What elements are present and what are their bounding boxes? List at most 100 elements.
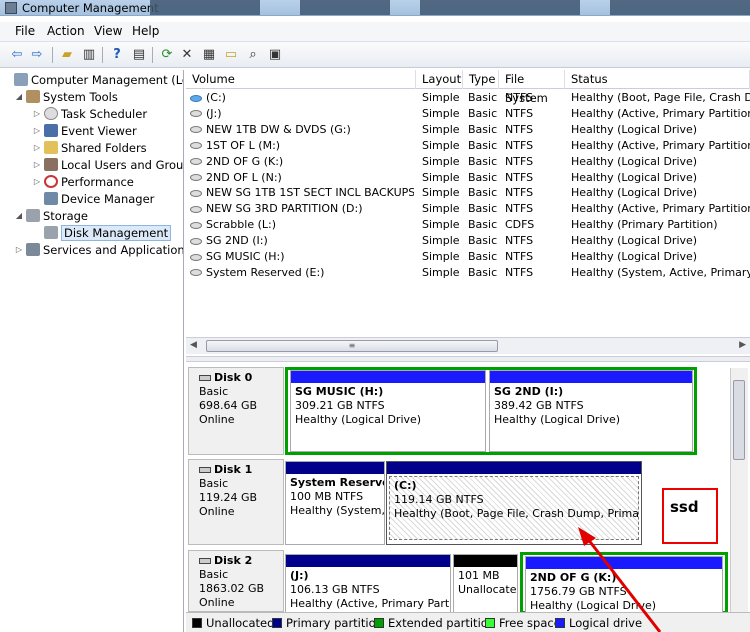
collapse-icon[interactable]: ◢	[14, 208, 24, 224]
volume-row[interactable]: NEW 1TB DW & DVDS (G:) Simple Basic NTFS Hea…	[186, 122, 750, 138]
volume-row[interactable]: System Reserved (E:) Simple Basic NTFS Healt…	[186, 265, 750, 281]
volume-row[interactable]: Scrabble (L:) Simple Basic CDFS Healthy (Pri…	[186, 217, 750, 233]
expand-icon[interactable]: ▷	[14, 242, 24, 258]
menu-help[interactable]: Help	[132, 24, 159, 38]
shared-folder-icon	[44, 141, 58, 154]
volume-row[interactable]: SG MUSIC (H:) Simple Basic NTFS Healthy (Log…	[186, 249, 750, 265]
volume-row[interactable]: NEW SG 3RD PARTITION (D:) Simple Basic NTFS…	[186, 201, 750, 217]
volume-layout-cell: Simple	[422, 106, 460, 120]
show-hide-tree-icon[interactable]: ▥	[80, 46, 98, 64]
taskbar-blur	[420, 0, 580, 15]
tree-item-local-users[interactable]: ▷ Local Users and Groups	[32, 157, 183, 173]
column-header-volume[interactable]: Volume	[186, 70, 416, 89]
volume-type-cell: Basic	[468, 250, 498, 263]
tree-item-computer-management[interactable]: Computer Management (Local	[2, 72, 183, 88]
menu-file[interactable]: File	[15, 24, 35, 38]
tree-item-event-viewer[interactable]: ▷ Event Viewer	[32, 123, 137, 139]
tree-item-performance[interactable]: ▷ Performance	[32, 174, 134, 190]
legend-swatch	[272, 618, 282, 628]
back-icon[interactable]: ⇦	[8, 46, 26, 64]
column-header-file-system[interactable]: File System	[499, 70, 565, 105]
disk-0-info[interactable]: Disk 0 Basic 698.64 GB Online	[188, 367, 284, 455]
volume-name-cell: NEW SG 1TB 1ST SECT INCL BACKUPS (F:)	[188, 185, 414, 201]
volume-layout-cell: Simple	[422, 170, 460, 184]
tree-item-storage[interactable]: ◢ Storage	[14, 208, 88, 224]
disk-2-info[interactable]: Disk 2 Basic 1863.02 GB Online	[188, 550, 284, 612]
volume-status-cell: Healthy (Active, Primary Partition)	[571, 202, 750, 216]
scrollbar-thumb[interactable]: ≡	[206, 340, 498, 352]
partition-sg-music[interactable]: SG MUSIC (H:) 309.21 GB NTFS Healthy (Logi…	[290, 370, 486, 452]
partition-j-drive[interactable]: (J:) 106.13 GB NTFS Healthy (Active, Prima…	[285, 554, 451, 612]
volume-name-cell: 1ST OF L (M:)	[188, 138, 414, 154]
toolbar-separator	[52, 47, 53, 63]
column-header-type[interactable]: Type	[463, 70, 499, 89]
tree-item-device-manager[interactable]: Device Manager	[32, 191, 154, 207]
properties-icon[interactable]: ▦	[200, 46, 218, 64]
disk-1-info[interactable]: Disk 1 Basic 119.24 GB Online	[188, 459, 284, 545]
tree-item-services-applications[interactable]: ▷ Services and Applications	[14, 242, 183, 258]
open-icon[interactable]: ▭	[222, 46, 240, 64]
partition-2nd-of-g[interactable]: 2ND OF G (K:) 1756.79 GB NTFS Healthy (Log…	[525, 556, 723, 612]
tree-item-system-tools[interactable]: ◢ System Tools	[14, 89, 118, 105]
volume-row[interactable]: SG 2ND (I:) Simple Basic NTFS Healthy (Logic…	[186, 233, 750, 249]
volume-row[interactable]: NEW SG 1TB 1ST SECT INCL BACKUPS (F:) Sim…	[186, 185, 750, 201]
help-icon[interactable]: ?	[108, 46, 126, 64]
menu-view[interactable]: View	[94, 24, 122, 38]
tree-item-disk-management[interactable]: Disk Management	[32, 225, 172, 241]
volume-row[interactable]: 2ND OF L (N:) Simple Basic NTFS Healthy (Log…	[186, 170, 750, 186]
forward-icon[interactable]: ⇨	[28, 46, 46, 64]
taskbar-blur	[150, 0, 260, 15]
tree-item-shared-folders[interactable]: ▷ Shared Folders	[32, 140, 147, 156]
expand-icon[interactable]: ▷	[32, 140, 42, 156]
expand-icon[interactable]: ▷	[32, 106, 42, 122]
column-header-status[interactable]: Status	[565, 70, 750, 89]
volume-name: (J:)	[206, 106, 222, 120]
show-action-pane-icon[interactable]: ▤	[130, 46, 148, 64]
computer-icon	[14, 73, 28, 86]
partition-system-reserved[interactable]: System Reserve 100 MB NTFS Healthy (System…	[285, 461, 385, 545]
volume-name: System Reserved (E:)	[206, 265, 325, 279]
volume-type-cell: Basic	[468, 265, 498, 279]
volume-row[interactable]: 2ND OF G (K:) Simple Basic NTFS Healthy (Log…	[186, 154, 750, 170]
volume-fs-cell: NTFS	[505, 170, 534, 184]
menu-action[interactable]: Action	[47, 24, 85, 38]
volume-name: SG MUSIC (H:)	[206, 250, 285, 263]
scroll-left-icon[interactable]: ◀	[190, 340, 197, 350]
horizontal-scrollbar[interactable]: ◀ ≡ ▶	[186, 337, 750, 354]
column-header-layout[interactable]: Layout	[416, 70, 463, 89]
disk-icon	[199, 467, 211, 473]
volume-row[interactable]: (J:) Simple Basic NTFS Healthy (Active, Prim…	[186, 106, 750, 122]
expand-icon[interactable]: ▷	[32, 157, 42, 173]
volume-name-cell: SG MUSIC (H:)	[188, 249, 414, 265]
volume-fs-cell: NTFS	[505, 265, 534, 279]
volume-status-cell: Healthy (Logical Drive)	[571, 250, 698, 263]
partition-sg-2nd[interactable]: SG 2ND (I:) 389.42 GB NTFS Healthy (Logica…	[489, 370, 693, 452]
volume-type-cell: Basic	[468, 122, 498, 136]
collapse-icon[interactable]: ◢	[14, 89, 24, 105]
volume-layout-cell: Simple	[422, 202, 460, 216]
title-bar: Computer Management	[0, 0, 750, 16]
volume-layout-cell: Simple	[422, 186, 460, 200]
volume-name-cell: (J:)	[188, 106, 414, 122]
scrollbar-thumb[interactable]	[733, 380, 745, 460]
refresh-icon[interactable]: ⟳	[158, 46, 176, 64]
volume-row[interactable]: 1ST OF L (M:) Simple Basic NTFS Healthy (Act…	[186, 138, 750, 154]
storage-icon	[26, 209, 40, 222]
volume-fs-cell: NTFS	[505, 234, 534, 248]
volume-icon	[190, 269, 202, 277]
expand-icon[interactable]: ▷	[32, 174, 42, 190]
partition-unallocated[interactable]: 101 MB Unallocate	[453, 554, 518, 612]
computer-management-icon	[5, 2, 17, 14]
up-folder-icon[interactable]: ▰	[58, 46, 76, 64]
expand-icon[interactable]: ▷	[32, 123, 42, 139]
partition-c-drive[interactable]: (C:) 119.14 GB NTFS Healthy (Boot, Page Fi…	[386, 461, 642, 545]
vertical-scrollbar[interactable]	[730, 368, 748, 612]
scroll-right-icon[interactable]: ▶	[739, 340, 746, 350]
legend-swatch	[374, 618, 384, 628]
delete-icon[interactable]: ✕	[178, 46, 196, 64]
window-title: Computer Management	[22, 1, 159, 15]
search-icon[interactable]: ⌕	[244, 46, 262, 64]
export-icon[interactable]: ▣	[266, 46, 284, 64]
tree-item-task-scheduler[interactable]: ▷ Task Scheduler	[32, 106, 147, 122]
volume-row[interactable]: (C:) Simple Basic NTFS Healthy (Boot, Page F…	[186, 90, 750, 106]
